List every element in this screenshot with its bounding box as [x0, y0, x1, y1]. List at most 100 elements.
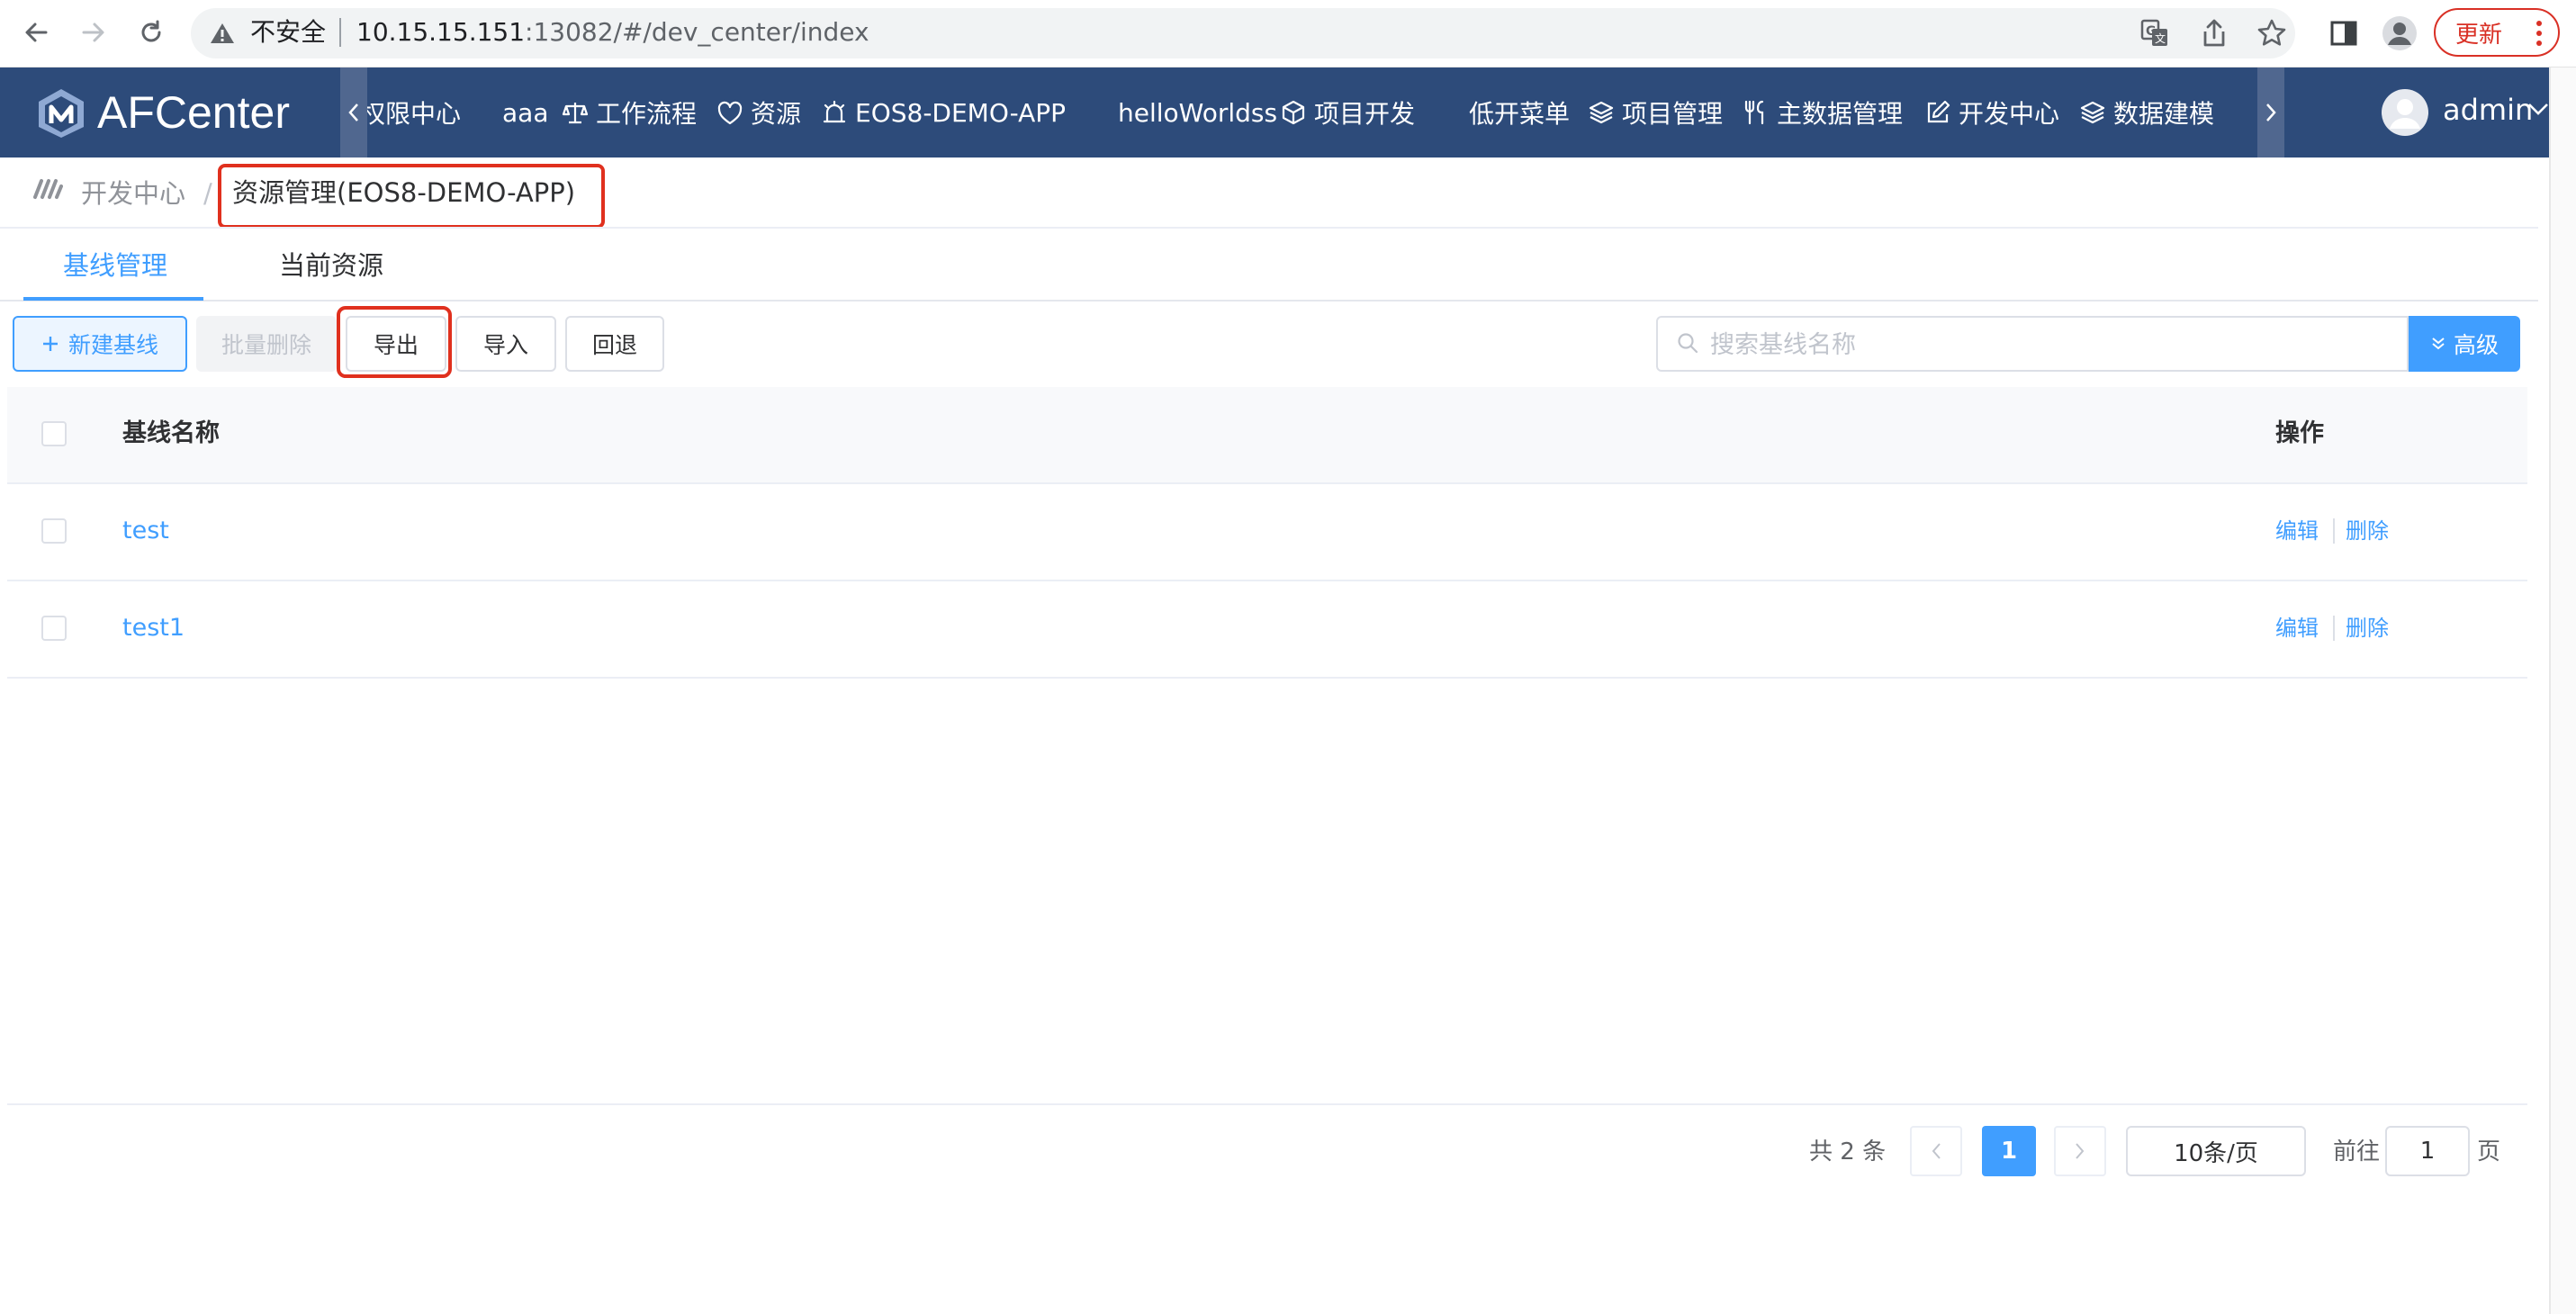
- page-number-button[interactable]: 1: [1982, 1126, 2036, 1176]
- top-nav: 权限中心 aaa 工作流程 资源 EOS8-DEMO-APP helloWorl…: [367, 68, 2257, 158]
- divider: [7, 1103, 2527, 1105]
- breadcrumb-icon: [32, 177, 63, 201]
- nav-item-label: 权限中心: [367, 99, 462, 129]
- next-page-button[interactable]: [2054, 1126, 2106, 1176]
- translate-icon[interactable]: G文: [2137, 15, 2173, 51]
- update-button[interactable]: 更新: [2434, 8, 2560, 57]
- nav-scroll-right-icon[interactable]: [2257, 68, 2284, 158]
- nav-item-label: helloWorldss: [1118, 97, 1278, 128]
- advanced-search-button[interactable]: 高级: [2409, 316, 2520, 372]
- nav-item-aaa[interactable]: aaa: [502, 68, 548, 158]
- nav-item-label: 主数据管理: [1777, 99, 1904, 129]
- action-divider: [2333, 616, 2335, 641]
- prev-page-button[interactable]: [1910, 1126, 1962, 1176]
- nav-item-master-data[interactable]: 主数据管理: [1743, 68, 1903, 158]
- forward-icon[interactable]: [74, 13, 113, 52]
- nav-item-workflow[interactable]: 工作流程: [562, 68, 697, 158]
- row-checkbox[interactable]: [41, 518, 67, 544]
- vertical-scrollbar[interactable]: [2549, 68, 2576, 1314]
- nav-item-project-management[interactable]: 项目管理: [1588, 68, 1723, 158]
- breadcrumb-dev-center[interactable]: 开发中心: [81, 175, 185, 212]
- address-divider: [339, 18, 341, 47]
- reload-icon[interactable]: [131, 13, 171, 52]
- breadcrumb-current-page: 资源管理(EOS8-DEMO-APP): [232, 177, 576, 208]
- double-chevron-down-icon: [2432, 338, 2445, 350]
- nav-item-label: EOS8-DEMO-APP: [855, 97, 1067, 128]
- side-panel-icon[interactable]: [2326, 15, 2362, 51]
- baseline-name-link[interactable]: test: [122, 513, 169, 549]
- nav-item-label: aaa: [502, 97, 549, 128]
- nav-item-label: 数据建模: [2113, 99, 2215, 129]
- layers-icon: [1589, 101, 1614, 124]
- action-divider: [2333, 518, 2335, 544]
- new-baseline-label: 新建基线: [68, 332, 158, 358]
- layers-icon: [2080, 101, 2105, 124]
- delete-link[interactable]: 删除: [2346, 612, 2389, 644]
- profile-icon[interactable]: [2382, 15, 2418, 51]
- url-text[interactable]: 10.15.15.151:13082/#/dev_center/index: [356, 14, 869, 50]
- table-header: [7, 387, 2527, 484]
- security-label[interactable]: 不安全: [250, 14, 326, 50]
- heart-shield-icon: [717, 101, 743, 125]
- edit-link[interactable]: 编辑: [2275, 515, 2319, 547]
- brand-name[interactable]: AFCenter: [97, 86, 290, 140]
- nav-item-label: 项目开发: [1314, 99, 1416, 129]
- app-header: AFCenter 权限中心 aaa 工作流程 资源 EOS8-DEMO-APP …: [0, 68, 2576, 158]
- nav-item-data-modeling[interactable]: 数据建模: [2079, 68, 2214, 158]
- tab-baseline-management[interactable]: 基线管理: [63, 243, 167, 288]
- batch-delete-button[interactable]: 批量删除: [196, 316, 337, 372]
- table-row: test 编辑 删除: [7, 484, 2527, 581]
- select-all-checkbox[interactable]: [41, 421, 67, 446]
- chevron-right-icon: [2076, 1143, 2085, 1159]
- nav-item-lowcode-menu[interactable]: 低开菜单: [1469, 68, 1570, 158]
- search-input[interactable]: [1708, 319, 2396, 371]
- avatar[interactable]: [2382, 89, 2428, 136]
- nav-scroll-left-icon[interactable]: [340, 68, 367, 158]
- delete-link[interactable]: 删除: [2346, 515, 2389, 547]
- nav-item-label: 资源: [751, 99, 802, 129]
- rollback-button[interactable]: 回退: [565, 316, 664, 372]
- user-name[interactable]: admin: [2443, 89, 2533, 130]
- chevron-left-icon: [1932, 1143, 1941, 1159]
- new-baseline-button[interactable]: 新建基线: [13, 316, 187, 372]
- nav-item-helloworldss[interactable]: helloWorldss: [1118, 68, 1277, 158]
- export-button[interactable]: 导出: [346, 316, 446, 372]
- goto-label: 前往: [2333, 1138, 2381, 1166]
- share-icon[interactable]: [2196, 15, 2232, 51]
- chevron-down-icon[interactable]: [2527, 102, 2549, 116]
- nav-item-resource[interactable]: 资源: [716, 68, 801, 158]
- tab-current-resources[interactable]: 当前资源: [279, 243, 383, 288]
- import-button[interactable]: 导入: [455, 316, 556, 372]
- bookmark-star-icon[interactable]: [2254, 15, 2290, 51]
- url-path: :13082/#/dev_center/index: [525, 17, 869, 47]
- nav-item-eos8-demo-app[interactable]: EOS8-DEMO-APP: [821, 68, 1066, 158]
- nav-item-label: 低开菜单: [1469, 99, 1571, 129]
- page-size-select[interactable]: 10条/页: [2126, 1126, 2306, 1176]
- nav-item-project-dev[interactable]: 项目开发: [1280, 68, 1415, 158]
- scale-icon: [562, 103, 589, 124]
- baseline-name-link[interactable]: test1: [122, 610, 185, 646]
- nav-item-permission-center[interactable]: 权限中心: [367, 68, 461, 158]
- column-header-baseline-name: 基线名称: [122, 419, 220, 447]
- back-icon[interactable]: [16, 13, 56, 52]
- breadcrumb-separator: /: [203, 178, 212, 209]
- edit-link[interactable]: 编辑: [2275, 612, 2319, 644]
- divider: [0, 227, 2538, 229]
- url-host: 10.15.15.151: [356, 17, 526, 47]
- more-vert-icon: [2536, 21, 2542, 46]
- nav-item-label: 开发中心: [1959, 99, 2060, 129]
- nav-item-label: 工作流程: [596, 99, 698, 129]
- alarm-icon: [823, 100, 846, 123]
- row-checkbox[interactable]: [41, 616, 67, 641]
- nav-item-dev-center[interactable]: 开发中心: [1924, 68, 2059, 158]
- nav-item-label: 项目管理: [1622, 99, 1724, 129]
- plus-icon: [42, 337, 58, 351]
- cube-icon: [1282, 100, 1305, 125]
- pagination-total: 共 2 条: [1809, 1138, 1887, 1166]
- column-header-actions: 操作: [2275, 419, 2324, 447]
- tabs-divider: [0, 300, 2538, 302]
- warning-icon[interactable]: [209, 22, 236, 45]
- goto-page-input[interactable]: [2385, 1126, 2470, 1176]
- svg-text:文: 文: [2155, 32, 2166, 45]
- afcenter-logo-icon[interactable]: [36, 87, 86, 140]
